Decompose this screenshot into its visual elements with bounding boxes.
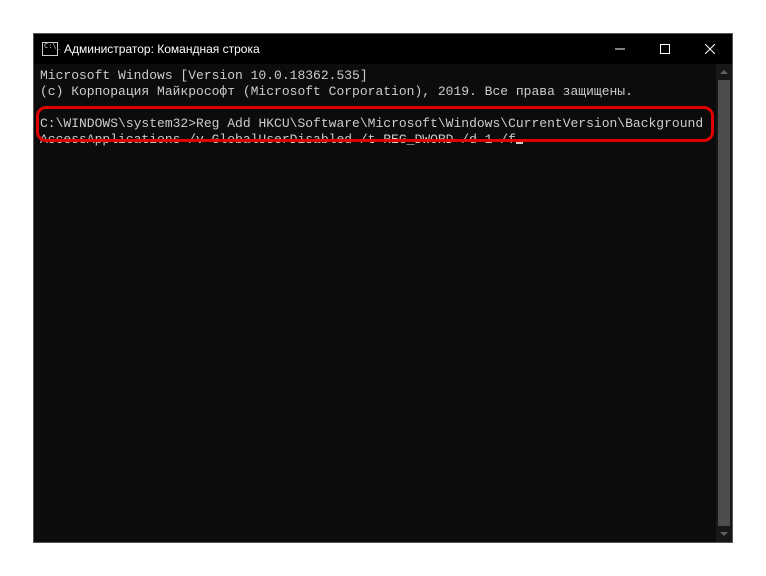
maximize-button[interactable] (642, 34, 687, 64)
chevron-down-icon (720, 532, 728, 536)
prompt: C:\WINDOWS\system32> (40, 116, 196, 131)
scroll-track[interactable] (716, 80, 732, 526)
close-button[interactable] (687, 34, 732, 64)
window-controls (597, 34, 732, 64)
scroll-down-button[interactable] (716, 526, 732, 542)
command-prompt-window: Администратор: Командная строка Microsof… (33, 33, 733, 543)
chevron-up-icon (720, 70, 728, 74)
scroll-thumb[interactable] (718, 80, 730, 526)
terminal-output[interactable]: Microsoft Windows [Version 10.0.18362.53… (34, 64, 716, 542)
titlebar[interactable]: Администратор: Командная строка (34, 34, 732, 64)
version-line: Microsoft Windows [Version 10.0.18362.53… (40, 68, 368, 83)
cursor (516, 142, 523, 144)
cmd-icon (42, 42, 58, 56)
copyright-line: (c) Корпорация Майкрософт (Microsoft Cor… (40, 84, 633, 99)
scroll-up-button[interactable] (716, 64, 732, 80)
close-icon (705, 44, 715, 54)
minimize-icon (615, 44, 625, 54)
window-title: Администратор: Командная строка (64, 42, 597, 56)
minimize-button[interactable] (597, 34, 642, 64)
content-area: Microsoft Windows [Version 10.0.18362.53… (34, 64, 732, 542)
maximize-icon (660, 44, 670, 54)
vertical-scrollbar[interactable] (716, 64, 732, 542)
